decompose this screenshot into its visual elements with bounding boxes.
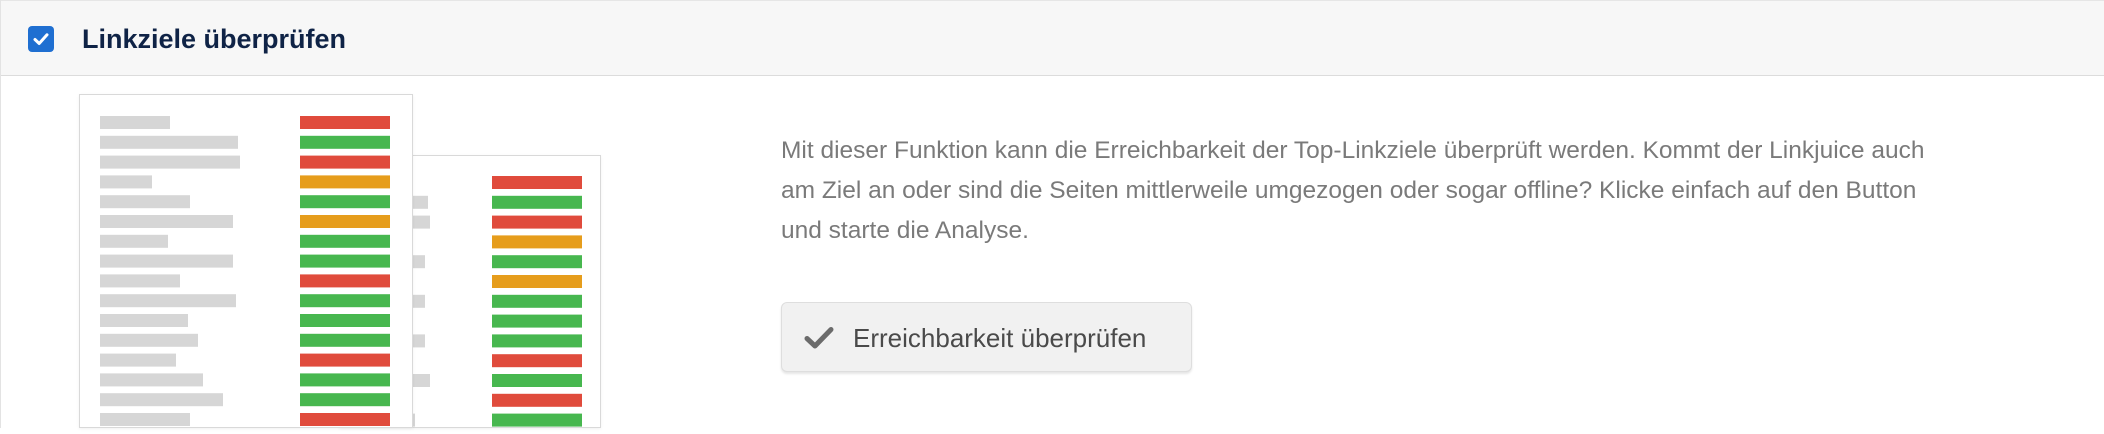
placeholder-text-bar	[100, 116, 170, 129]
placeholder-text-bar	[100, 353, 176, 367]
link-status-bar-green	[492, 413, 582, 427]
checkmark-icon	[33, 33, 49, 45]
link-status-bar-red	[300, 116, 390, 129]
check-reachability-label: Erreichbarkeit überprüfen	[853, 323, 1147, 353]
link-status-bar-red	[300, 155, 390, 169]
placeholder-text-bar	[100, 195, 190, 209]
link-status-bar-green	[300, 195, 390, 209]
link-status-bar-orange	[300, 175, 390, 189]
link-status-bar-red	[492, 393, 582, 407]
description-line: Mit dieser Funktion kann die Erreichbark…	[781, 137, 1925, 164]
link-status-bar-green	[300, 314, 390, 327]
link-status-bar-green	[300, 373, 390, 387]
placeholder-text-bar	[100, 373, 203, 387]
link-status-bar-green	[492, 255, 582, 269]
link-status-bar-orange	[492, 275, 582, 288]
enable-checkbox[interactable]	[28, 26, 54, 52]
link-status-bar-red	[300, 353, 390, 367]
feature-description: Mit dieser Funktion kann die Erreichbark…	[781, 131, 2081, 251]
placeholder-text-bar	[100, 393, 223, 407]
report-sheet-front	[79, 94, 413, 428]
panel-header: Linkziele überprüfen	[1, 0, 2104, 76]
placeholder-text-bar	[100, 314, 188, 327]
link-status-bar-green	[300, 333, 390, 347]
link-targets-panel: Linkziele überprüfen Mit dieser Funktion…	[0, 0, 2104, 434]
description-line: und starte die Analyse.	[781, 217, 1029, 244]
placeholder-text-bar	[100, 294, 236, 308]
link-status-bar-green	[300, 294, 390, 308]
link-status-bar-orange	[300, 215, 390, 228]
placeholder-text-bar	[100, 175, 152, 189]
description-line: am Ziel an oder sind die Seiten mittlerw…	[781, 177, 1917, 204]
link-status-bar-red	[492, 354, 582, 368]
link-status-bar-green	[492, 334, 582, 348]
link-status-bar-green	[300, 393, 390, 407]
report-sheet-front-graphic	[100, 116, 390, 426]
link-status-bar-green	[492, 374, 582, 387]
check-reachability-button[interactable]: Erreichbarkeit überprüfen	[781, 302, 1192, 372]
link-status-bar-red	[492, 176, 582, 189]
link-status-bar-green	[300, 234, 390, 248]
link-status-bar-green	[492, 314, 582, 328]
link-status-bar-green	[492, 195, 582, 209]
placeholder-text-bar	[100, 234, 168, 248]
placeholder-text-bar	[100, 215, 233, 228]
placeholder-text-bar	[100, 254, 233, 268]
placeholder-text-bar	[100, 333, 198, 347]
placeholder-text-bar	[100, 135, 238, 149]
link-status-bar-green	[492, 294, 582, 308]
placeholder-text-bar	[100, 155, 240, 169]
panel-title: Linkziele überprüfen	[82, 24, 347, 54]
link-status-bar-red	[300, 274, 390, 288]
link-status-bar-green	[300, 135, 390, 149]
placeholder-text-bar	[100, 274, 180, 288]
link-status-bar-green	[300, 254, 390, 268]
link-status-illustration	[79, 94, 679, 434]
link-status-bar-red	[300, 413, 390, 426]
placeholder-text-bar	[100, 413, 190, 426]
link-status-bar-red	[492, 215, 582, 229]
link-status-bar-orange	[492, 235, 582, 249]
checkmark-icon	[804, 327, 834, 349]
